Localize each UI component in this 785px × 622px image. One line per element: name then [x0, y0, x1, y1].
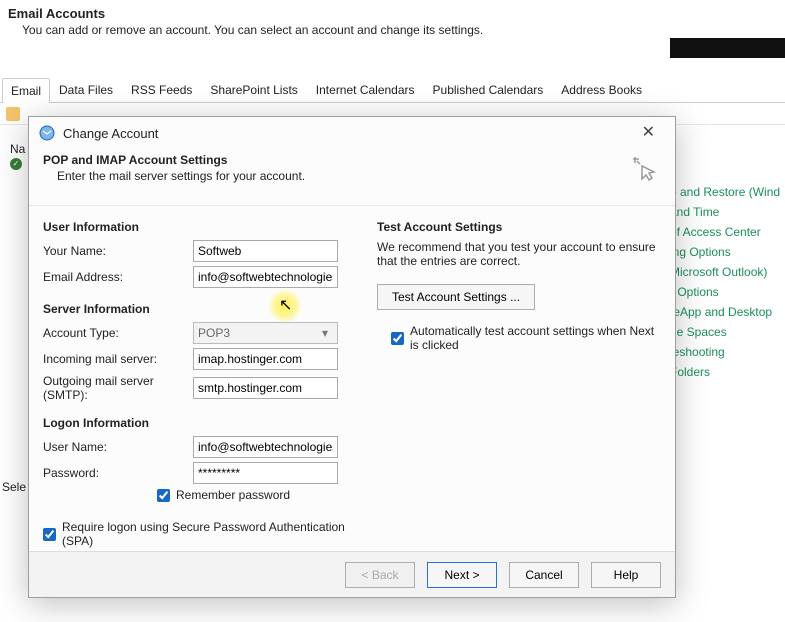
bg-tabs: Email Data Files RSS Feeds SharePoint Li…	[0, 77, 785, 103]
bg-dark-strip	[670, 38, 785, 58]
help-button[interactable]: Help	[591, 562, 661, 588]
tab-email[interactable]: Email	[2, 78, 50, 103]
dialog-content: User Information Your Name: Email Addres…	[29, 206, 675, 558]
test-desc: We recommend that you test your account …	[377, 240, 661, 268]
link-power-options[interactable]: r Options	[670, 285, 785, 299]
link-folders[interactable]: Folders	[670, 365, 785, 379]
close-button[interactable]: ✕	[632, 123, 665, 143]
auto-test-checkbox[interactable]	[391, 332, 404, 345]
incoming-label: Incoming mail server:	[43, 352, 193, 366]
dialog-title: Change Account	[63, 126, 158, 141]
account-type-value: POP3	[198, 326, 230, 340]
password-label: Password:	[43, 466, 193, 480]
tab-rss-feeds[interactable]: RSS Feeds	[122, 77, 201, 102]
next-button[interactable]: Next >	[427, 562, 497, 588]
dialog-subhead: POP and IMAP Account Settings Enter the …	[29, 149, 675, 206]
col-right: Test Account Settings We recommend that …	[377, 220, 661, 552]
tab-published-calendars[interactable]: Published Calendars	[424, 77, 553, 102]
chevron-down-icon: ▾	[317, 326, 333, 340]
bg-title: Email Accounts	[8, 6, 777, 21]
bg-sele-label: Sele	[2, 480, 26, 494]
remember-password-row: Remember password	[157, 488, 353, 502]
check-circle-icon: ✓	[10, 158, 22, 170]
cancel-button[interactable]: Cancel	[509, 562, 579, 588]
auto-test-row: Automatically test account settings when…	[391, 324, 661, 352]
cursor-decor-icon	[629, 153, 657, 181]
incoming-input[interactable]	[193, 348, 338, 370]
sub-text: Enter the mail server settings for your …	[57, 169, 661, 183]
tab-address-books[interactable]: Address Books	[552, 77, 651, 102]
link-ease-of-access[interactable]: of Access Center	[670, 225, 785, 239]
outgoing-input[interactable]	[193, 377, 338, 399]
password-input[interactable]	[193, 462, 338, 484]
right-links: p and Restore (Wind and Time of Access C…	[670, 185, 785, 379]
link-indexing[interactable]: ing Options	[670, 245, 785, 259]
link-troubleshooting[interactable]: leshooting	[670, 345, 785, 359]
username-label: User Name:	[43, 440, 193, 454]
account-type-select: POP3 ▾	[193, 322, 338, 344]
bg-side: Na ✓	[10, 142, 25, 172]
link-storage-spaces[interactable]: ge Spaces	[670, 325, 785, 339]
toolbar-icon	[6, 107, 20, 121]
col-left: User Information Your Name: Email Addres…	[43, 220, 353, 552]
link-outlook[interactable]: Microsoft Outlook)	[670, 265, 785, 279]
tab-internet-calendars[interactable]: Internet Calendars	[307, 77, 424, 102]
auto-test-label: Automatically test account settings when…	[410, 324, 661, 352]
test-heading: Test Account Settings	[377, 220, 661, 234]
remember-password-checkbox[interactable]	[157, 489, 170, 502]
logon-heading: Logon Information	[43, 416, 353, 430]
remember-password-label: Remember password	[176, 488, 290, 502]
link-backup-restore[interactable]: p and Restore (Wind	[670, 185, 785, 199]
bg-side-na: Na	[10, 142, 25, 156]
email-input[interactable]	[193, 266, 338, 288]
email-label: Email Address:	[43, 270, 193, 284]
bg-subtitle: You can add or remove an account. You ca…	[22, 23, 777, 37]
link-date-time[interactable]: and Time	[670, 205, 785, 219]
background-header: Email Accounts You can add or remove an …	[0, 0, 785, 47]
your-name-input[interactable]	[193, 240, 338, 262]
link-remoteapp[interactable]: teApp and Desktop	[670, 305, 785, 319]
tab-sharepoint[interactable]: SharePoint Lists	[201, 77, 306, 102]
change-account-dialog: Change Account ✕ POP and IMAP Account Se…	[28, 116, 676, 598]
spa-label: Require logon using Secure Password Auth…	[62, 520, 353, 548]
account-type-label: Account Type:	[43, 326, 193, 340]
app-icon	[39, 125, 55, 141]
dialog-footer: < Back Next > Cancel Help	[29, 551, 675, 597]
tab-data-files[interactable]: Data Files	[50, 77, 122, 102]
user-info-heading: User Information	[43, 220, 353, 234]
sub-heading: POP and IMAP Account Settings	[43, 153, 661, 167]
titlebar: Change Account ✕	[29, 117, 675, 149]
spa-checkbox[interactable]	[43, 528, 56, 541]
back-button: < Back	[345, 562, 415, 588]
your-name-label: Your Name:	[43, 244, 193, 258]
username-input[interactable]	[193, 436, 338, 458]
spa-row: Require logon using Secure Password Auth…	[43, 520, 353, 548]
outgoing-label: Outgoing mail server (SMTP):	[43, 374, 193, 402]
server-info-heading: Server Information	[43, 302, 353, 316]
test-account-button[interactable]: Test Account Settings ...	[377, 284, 535, 310]
